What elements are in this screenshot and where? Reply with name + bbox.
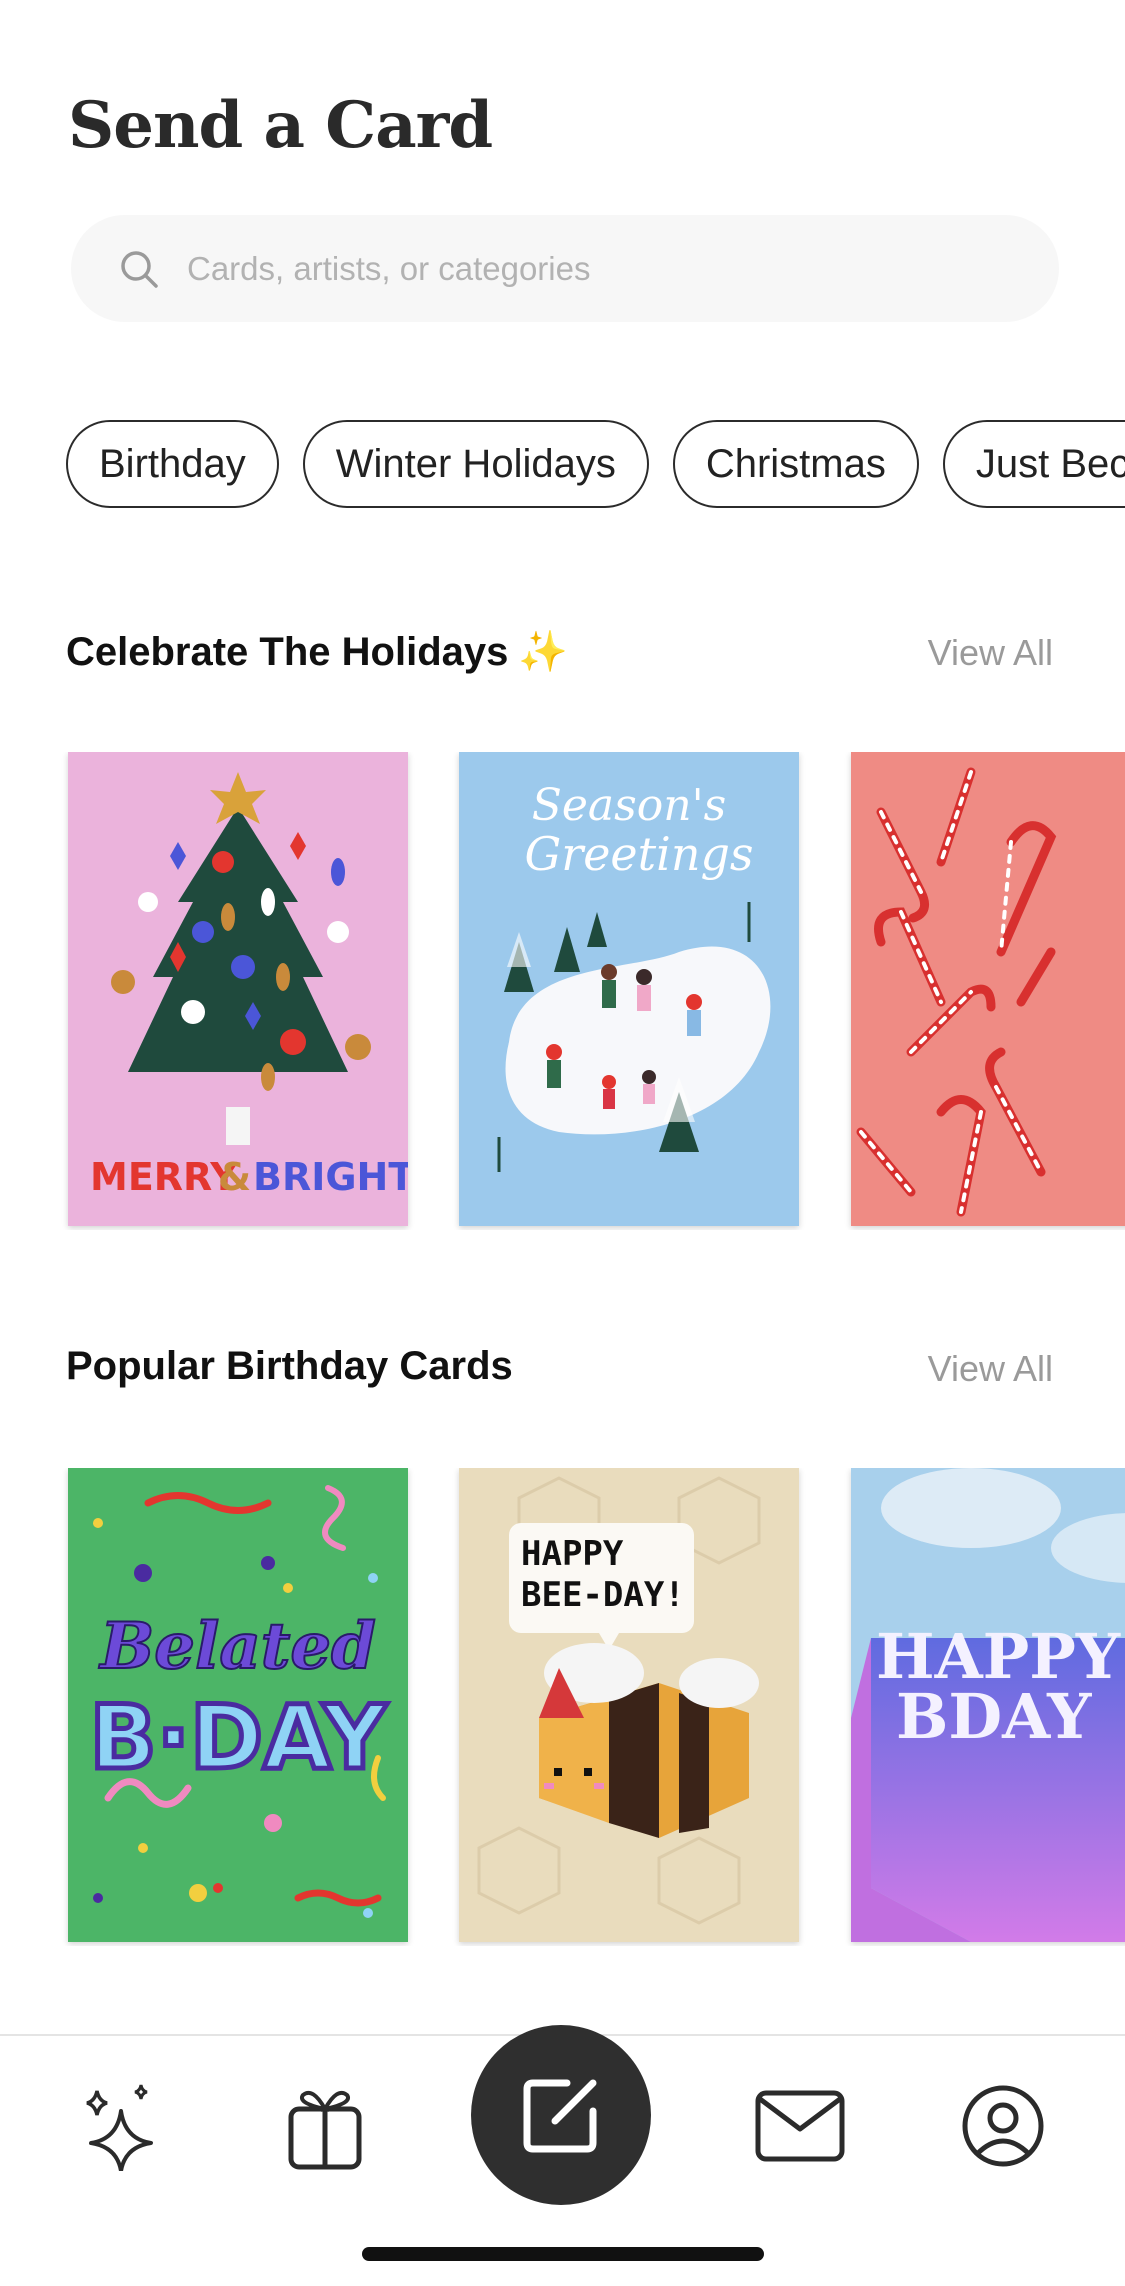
chip-winter-holidays[interactable]: Winter Holidays (302, 420, 649, 508)
category-chips: Birthday Winter Holidays Christmas Just Bec… (66, 420, 1125, 510)
card-text-belated: Belated (98, 1609, 376, 1684)
search-bar[interactable] (71, 215, 1059, 322)
view-all-holidays-link[interactable]: View All (928, 632, 1053, 674)
candy-cane-card[interactable] (851, 752, 1125, 1226)
card-text-bright: BRIGHT (253, 1155, 408, 1199)
envelope-icon (755, 2090, 845, 2162)
christmas-tree-art: MERRY & BRIGHT (68, 752, 408, 1226)
tab-discover[interactable] (73, 2076, 173, 2176)
holiday-cards-row[interactable]: MERRY & BRIGHT Season's Greetings (0, 752, 1125, 1230)
merry-and-bright-card[interactable]: MERRY & BRIGHT (68, 752, 408, 1226)
sparkles-icon (86, 2084, 153, 2171)
section-title-birthday: Popular Birthday Cards (66, 1344, 513, 1388)
view-all-birthday-link[interactable]: View All (928, 1348, 1053, 1390)
page-title: Send a Card (68, 88, 493, 163)
card-text-amp: & (218, 1155, 251, 1199)
tab-gifts[interactable] (275, 2076, 375, 2176)
home-indicator (362, 2247, 764, 2261)
ice-skating-art: Season's Greetings (459, 752, 799, 1226)
search-icon (121, 250, 158, 288)
belated-bday-card[interactable]: Belated B·DAY (68, 1468, 408, 1942)
bee-day-art: HAPPY BEE-DAY! (459, 1468, 799, 1942)
birthday-cards-row[interactable]: Belated B·DAY HAPPY BEE-DAY! HAPPY BDAY (0, 1468, 1125, 1946)
card-text-bday: B·DAY (90, 1686, 388, 1789)
sparkles-emoji: ✨ (518, 630, 569, 674)
search-input[interactable] (185, 248, 989, 289)
card-text-happy: HAPPY (521, 1534, 624, 1574)
card-text-seasons: Season's (532, 780, 727, 831)
gift-icon (288, 2090, 362, 2170)
section-title-holidays: Celebrate The Holidays ✨ (66, 630, 569, 674)
chip-christmas[interactable]: Christmas (672, 420, 919, 508)
profile-icon (962, 2085, 1044, 2167)
seasons-greetings-card[interactable]: Season's Greetings (459, 752, 799, 1226)
belated-bday-art: Belated B·DAY (68, 1468, 408, 1942)
happy-bday-card[interactable]: HAPPY BDAY (851, 1468, 1125, 1942)
happy-bday-art: HAPPY BDAY (851, 1468, 1125, 1942)
tab-inbox[interactable] (750, 2076, 850, 2176)
tab-profile[interactable] (953, 2076, 1053, 2176)
card-text-merry: MERRY (90, 1155, 238, 1199)
candy-cane-pattern-art (851, 752, 1125, 1226)
card-text-greetings: Greetings (524, 827, 753, 881)
compose-button[interactable] (471, 2025, 651, 2205)
happy-bee-day-card[interactable]: HAPPY BEE-DAY! (459, 1468, 799, 1942)
card-text-bee-day: BEE-DAY! (521, 1575, 685, 1615)
chip-just-because[interactable]: Just Because (942, 420, 1125, 508)
chip-birthday[interactable]: Birthday (66, 420, 279, 508)
compose-icon (523, 2079, 597, 2153)
card-text-happy-bday-2: BDAY (896, 1680, 1092, 1753)
